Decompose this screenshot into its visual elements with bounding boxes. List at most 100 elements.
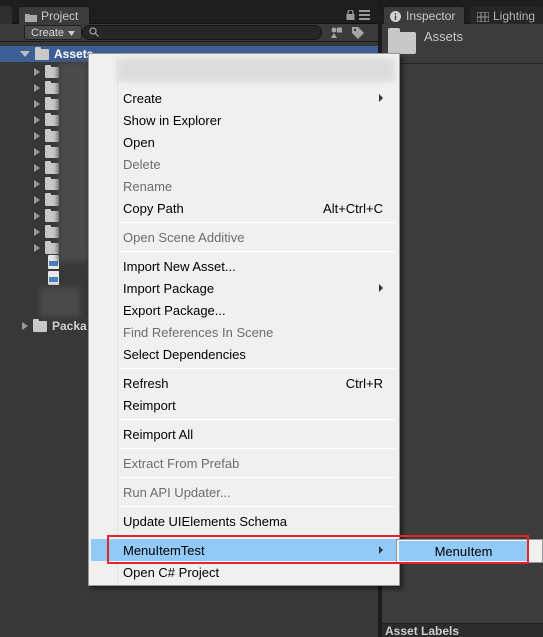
- menu-item-delete[interactable]: Delete: [91, 153, 397, 175]
- tab-lighting-label: Lighting: [493, 8, 536, 23]
- chevron-down-icon: [68, 27, 76, 39]
- highlight-annotation-box: [107, 535, 529, 564]
- menu-item-open-csharp-project[interactable]: Open C# Project: [91, 561, 397, 583]
- collapsed-triangle-icon: [34, 180, 40, 188]
- inspector-header: Assets: [382, 24, 543, 64]
- collapsed-triangle-icon: [34, 196, 40, 204]
- search-input[interactable]: [82, 25, 322, 40]
- folder-icon: [45, 80, 59, 94]
- tree-subfolder-row[interactable]: [34, 144, 59, 158]
- menu-item-export-package[interactable]: Export Package...: [91, 299, 397, 321]
- tree-subfolder-row[interactable]: [34, 128, 59, 142]
- menu-item-run-api-updater[interactable]: Run API Updater...: [91, 481, 397, 503]
- folder-icon: [45, 112, 59, 126]
- menu-item-import-package[interactable]: Import Package: [91, 277, 397, 299]
- lock-icon[interactable]: [346, 9, 355, 23]
- submenu-arrow-icon: [379, 284, 383, 292]
- context-menu: Create Show in Explorer Open Delete Rena…: [88, 53, 400, 586]
- folder-icon: [45, 192, 59, 206]
- menu-item-reimport-all[interactable]: Reimport All: [91, 423, 397, 445]
- folder-icon: [45, 144, 59, 158]
- tab-inspector[interactable]: Inspector: [383, 6, 465, 24]
- menu-item-create[interactable]: Create: [91, 87, 397, 109]
- folder-icon: [35, 46, 49, 60]
- filter-by-type-icon[interactable]: [331, 27, 343, 41]
- collapsed-triangle-icon: [34, 164, 40, 172]
- collapsed-triangle-icon: [34, 116, 40, 124]
- menu-separator: [119, 419, 395, 420]
- tab-lighting[interactable]: Lighting: [470, 6, 543, 24]
- tab-project-label: Project: [41, 8, 79, 23]
- folder-icon: [45, 128, 59, 142]
- menu-item-extract-from-prefab[interactable]: Extract From Prefab: [91, 452, 397, 474]
- asset-labels-header[interactable]: Asset Labels: [382, 623, 543, 637]
- lighting-grid-icon: [476, 11, 490, 22]
- folder-tab-icon: [25, 11, 37, 22]
- menu-separator: [119, 368, 395, 369]
- collapsed-triangle-icon: [34, 228, 40, 236]
- menu-separator: [119, 222, 395, 223]
- menu-item-select-dependencies[interactable]: Select Dependencies: [91, 343, 397, 365]
- tree-item-packages[interactable]: Packa: [22, 318, 87, 334]
- inspector-title: Assets: [424, 29, 464, 44]
- menu-item-show-in-explorer[interactable]: Show in Explorer: [91, 109, 397, 131]
- panel-menu-icon[interactable]: [359, 9, 371, 23]
- folder-icon: [45, 96, 59, 110]
- project-toolbar: Create: [0, 24, 378, 42]
- menu-separator: [119, 477, 395, 478]
- expand-triangle-icon[interactable]: [20, 51, 30, 57]
- folder-icon: [45, 176, 59, 190]
- collapsed-triangle-icon[interactable]: [22, 322, 28, 330]
- tab-inspector-label: Inspector: [406, 8, 456, 23]
- menu-item-update-uielements-schema[interactable]: Update UIElements Schema: [91, 510, 397, 532]
- folder-icon: [33, 318, 47, 332]
- collapsed-triangle-icon: [34, 132, 40, 140]
- blurred-header: [117, 58, 395, 82]
- tree-subfolder-row[interactable]: [34, 112, 59, 126]
- search-icon: [89, 26, 99, 40]
- menu-separator: [119, 251, 395, 252]
- folder-icon: [45, 208, 59, 222]
- tree-subfolder-row[interactable]: [34, 192, 59, 206]
- collapsed-triangle-icon: [34, 244, 40, 252]
- collapsed-triangle-icon: [34, 84, 40, 92]
- top-tab-bar: Project Inspector Lighting: [0, 0, 543, 24]
- panel-menu-left-icon[interactable]: [0, 6, 12, 24]
- blurred-file-names: [40, 287, 80, 317]
- folder-icon: [45, 64, 59, 78]
- menu-item-open[interactable]: Open: [91, 131, 397, 153]
- folder-icon: [45, 224, 59, 238]
- tree-subfolder-row[interactable]: [34, 80, 59, 94]
- collapsed-triangle-icon: [34, 68, 40, 76]
- tree-subfolder-row[interactable]: [34, 240, 59, 254]
- menu-item-find-references-in-scene[interactable]: Find References In Scene: [91, 321, 397, 343]
- collapsed-triangle-icon: [34, 100, 40, 108]
- tree-subfolder-row[interactable]: [34, 176, 59, 190]
- menu-item-reimport[interactable]: Reimport: [91, 394, 397, 416]
- menu-item-import-new-asset[interactable]: Import New Asset...: [91, 255, 397, 277]
- menu-item-copy-path[interactable]: Copy Path Alt+Ctrl+C: [91, 197, 397, 219]
- menu-separator: [119, 448, 395, 449]
- tree-subfolder-row[interactable]: [34, 224, 59, 238]
- csharp-script-file-icon[interactable]: [48, 271, 59, 285]
- tree-item-packages-label: Packa: [52, 319, 87, 333]
- create-label: Create: [31, 26, 65, 39]
- collapsed-triangle-icon: [34, 212, 40, 220]
- filter-by-label-icon[interactable]: [352, 27, 364, 42]
- tree-subfolder-row[interactable]: [34, 208, 59, 222]
- menu-item-rename[interactable]: Rename: [91, 175, 397, 197]
- submenu-arrow-icon: [379, 94, 383, 102]
- collapsed-triangle-icon: [34, 148, 40, 156]
- tree-subfolder-row[interactable]: [34, 96, 59, 110]
- tree-subfolder-row[interactable]: [34, 160, 59, 174]
- menu-item-open-scene-additive[interactable]: Open Scene Additive: [91, 226, 397, 248]
- folder-icon: [45, 240, 59, 254]
- blurred-file-names: [58, 62, 88, 262]
- create-dropdown-button[interactable]: Create: [24, 25, 83, 40]
- folder-icon: [388, 28, 416, 54]
- tab-project[interactable]: Project: [18, 6, 90, 24]
- menu-separator: [119, 506, 395, 507]
- menu-item-refresh[interactable]: Refresh Ctrl+R: [91, 372, 397, 394]
- info-icon: [390, 10, 402, 22]
- tree-subfolder-row[interactable]: [34, 64, 59, 78]
